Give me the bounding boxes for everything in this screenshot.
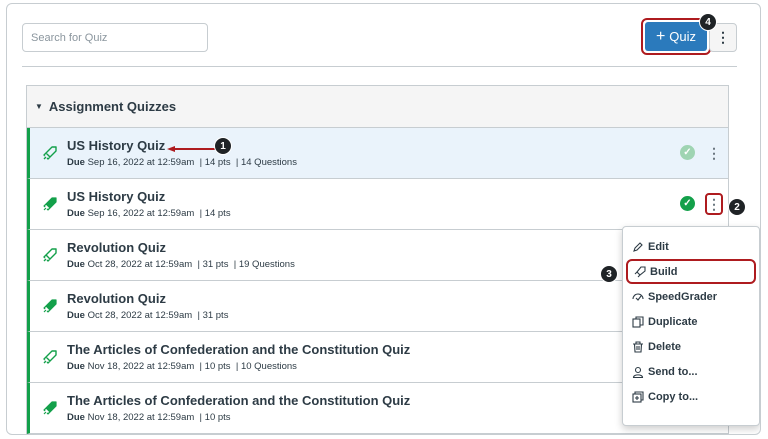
rocket-icon	[43, 350, 57, 364]
speedgrader-icon	[632, 293, 644, 301]
quiz-meta: Due Oct 28, 2022 at 12:59am | 31 pts | 1…	[67, 259, 295, 270]
rocket-icon	[43, 299, 57, 313]
group-header[interactable]: ▼ Assignment Quizzes	[27, 86, 728, 128]
callout-badge-3: 3	[600, 265, 618, 283]
callout-arrow-icon	[167, 146, 217, 152]
menu-item-build[interactable]: Build	[626, 259, 756, 284]
published-check-icon[interactable]: ✓	[680, 196, 695, 211]
trash-icon	[633, 340, 643, 353]
quiz-row[interactable]: US History Quiz Due Sep 16, 2022 at 12:5…	[27, 128, 728, 179]
quiz-title[interactable]: US History Quiz	[67, 138, 165, 153]
rocket-icon	[634, 265, 646, 277]
header-divider	[22, 66, 737, 67]
menu-item-delete[interactable]: Delete	[623, 334, 759, 359]
quiz-row[interactable]: US History Quiz Due Sep 16, 2022 at 12:5…	[27, 179, 728, 230]
rocket-icon	[43, 248, 57, 262]
add-quiz-button[interactable]: + Quiz	[645, 22, 707, 51]
rocket-icon	[43, 401, 57, 415]
menu-item-label: Delete	[648, 340, 682, 353]
callout-badge-2: 2	[728, 198, 746, 216]
quiz-meta: Due Nov 18, 2022 at 12:59am | 10 pts | 1…	[67, 361, 297, 372]
quiz-title[interactable]: US History Quiz	[67, 189, 165, 204]
menu-item-label: Copy to...	[648, 390, 699, 403]
menu-item-send-to[interactable]: Send to...	[623, 359, 759, 384]
quiz-options-kebab-icon[interactable]: ⋮	[705, 193, 723, 215]
quiz-options-menu: Edit Build SpeedGrader Duplicate Delete …	[622, 226, 760, 426]
duplicate-icon	[632, 315, 644, 328]
menu-item-label: Duplicate	[648, 315, 698, 328]
published-check-icon[interactable]: ✓	[680, 145, 695, 160]
menu-item-speedgrader[interactable]: SpeedGrader	[623, 284, 759, 309]
copy-icon	[632, 390, 644, 403]
group-title: Assignment Quizzes	[48, 99, 177, 114]
menu-item-edit[interactable]: Edit	[623, 234, 759, 259]
menu-item-duplicate[interactable]: Duplicate	[623, 309, 759, 334]
quiz-meta: Due Nov 18, 2022 at 12:59am | 10 pts	[67, 412, 231, 423]
quiz-meta: Due Sep 16, 2022 at 12:59am | 14 pts	[67, 208, 231, 219]
user-icon	[632, 366, 644, 378]
quiz-title[interactable]: The Articles of Confederation and the Co…	[67, 393, 410, 408]
search-input[interactable]	[22, 23, 208, 52]
menu-item-label: Edit	[648, 240, 669, 253]
quizzes-page: + Quiz ⋮ ▼ Assignment Quizzes US History…	[6, 3, 761, 435]
quiz-title[interactable]: Revolution Quiz	[67, 240, 166, 255]
menu-item-label: Send to...	[648, 365, 698, 378]
quiz-title[interactable]: The Articles of Confederation and the Co…	[67, 342, 410, 357]
menu-item-label: SpeedGrader	[648, 290, 718, 303]
menu-item-copy-to[interactable]: Copy to...	[623, 384, 759, 409]
pencil-icon	[633, 241, 643, 252]
plus-icon: +	[655, 27, 666, 45]
add-quiz-label: Quiz	[669, 29, 697, 44]
caret-down-icon[interactable]: ▼	[35, 102, 43, 111]
callout-badge-4: 4	[699, 13, 717, 31]
menu-item-label: Build	[650, 265, 678, 278]
quiz-meta: Due Sep 16, 2022 at 12:59am | 14 pts | 1…	[67, 157, 297, 168]
quiz-meta: Due Oct 28, 2022 at 12:59am | 31 pts	[67, 310, 229, 321]
rocket-icon	[43, 197, 57, 211]
rocket-icon	[43, 146, 57, 160]
quiz-options-kebab-icon[interactable]: ⋮	[705, 142, 723, 164]
callout-badge-1: 1	[214, 137, 232, 155]
quiz-title[interactable]: Revolution Quiz	[67, 291, 166, 306]
